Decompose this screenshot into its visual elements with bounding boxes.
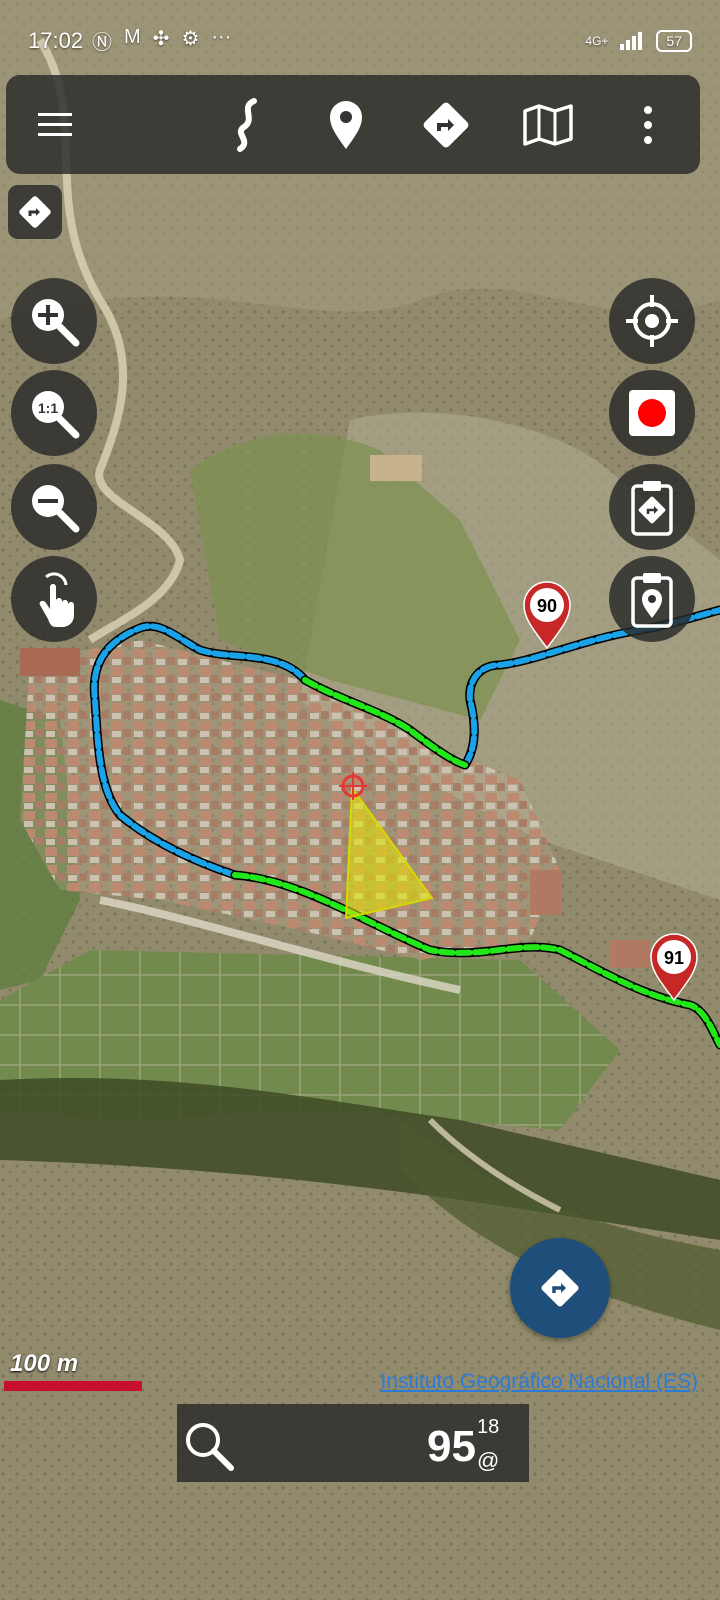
search-button[interactable]	[179, 1416, 239, 1476]
zoom-in-button[interactable]	[11, 278, 97, 364]
more-icon: ···	[211, 26, 232, 48]
map-layers-button[interactable]	[516, 93, 580, 157]
overflow-icon	[644, 106, 652, 144]
touch-mode-button[interactable]	[11, 556, 97, 642]
touch-icon	[39, 572, 74, 627]
nfc-icon: Ⓝ	[92, 32, 112, 54]
attribution-link[interactable]: Instituto Geográfico Nacional (ES)	[381, 1370, 698, 1394]
svg-text:1:1: 1:1	[38, 400, 58, 416]
speed-superscript: 18	[477, 1416, 500, 1438]
scale-bar	[4, 1381, 142, 1391]
notification-icons: Ⓝ M ✣ ⚙ ···	[92, 26, 231, 55]
settings-icon: ⚙	[181, 28, 200, 50]
route-icon	[19, 196, 51, 228]
status-right: 4G+ 57	[585, 30, 692, 52]
menu-icon	[38, 113, 72, 136]
zoom-1-to-1-button[interactable]: 1:1	[11, 370, 97, 456]
zoom-out-button[interactable]	[11, 464, 97, 550]
status-bar: 17:02 Ⓝ M ✣ ⚙ ··· 4G+ 57	[0, 0, 720, 70]
route-icon	[423, 102, 469, 148]
map-layers-icon	[523, 104, 573, 146]
satellite-map[interactable]: 90 91	[0, 0, 720, 1600]
waypoint-clipboard-button[interactable]	[609, 556, 695, 642]
overflow-menu-button[interactable]	[616, 93, 680, 157]
waypoint-button[interactable]	[314, 93, 378, 157]
waypoint-label-91: 91	[664, 948, 684, 968]
battery-indicator: 57	[656, 30, 692, 52]
signal-icon	[620, 32, 643, 50]
network-indicator: 4G+	[585, 34, 609, 48]
speed-subscript: @	[477, 1448, 500, 1473]
route-icon	[541, 1269, 579, 1307]
track-button[interactable]	[214, 93, 278, 157]
search-icon	[186, 1423, 234, 1471]
zoom-out-icon	[32, 485, 80, 533]
bottom-info-bar: 95 18 @	[177, 1404, 529, 1482]
gmail-icon: M	[124, 26, 141, 48]
waypoint-clipboard-icon	[631, 573, 673, 628]
center-location-button[interactable]	[609, 278, 695, 364]
top-toolbar	[6, 75, 700, 174]
route-clipboard-button[interactable]	[609, 464, 695, 550]
zoom-1-to-1-icon: 1:1	[32, 391, 80, 439]
menu-button[interactable]	[24, 93, 88, 157]
record-button[interactable]	[609, 370, 695, 456]
scale-label: 100 m	[10, 1350, 79, 1377]
status-time: 17:02	[28, 28, 84, 53]
route-clipboard-icon	[631, 481, 673, 536]
zoom-in-icon	[32, 299, 80, 347]
fan-icon: ✣	[152, 28, 170, 50]
route-button[interactable]	[414, 93, 478, 157]
navigate-fab[interactable]	[510, 1238, 610, 1338]
center-location-icon	[626, 295, 678, 347]
track-icon	[237, 98, 257, 152]
record-icon	[629, 390, 675, 436]
waypoint-label-90: 90	[537, 596, 557, 616]
speed-value: 95	[427, 1422, 476, 1471]
navigate-small-button[interactable]	[8, 185, 62, 239]
waypoint-icon	[330, 101, 362, 149]
